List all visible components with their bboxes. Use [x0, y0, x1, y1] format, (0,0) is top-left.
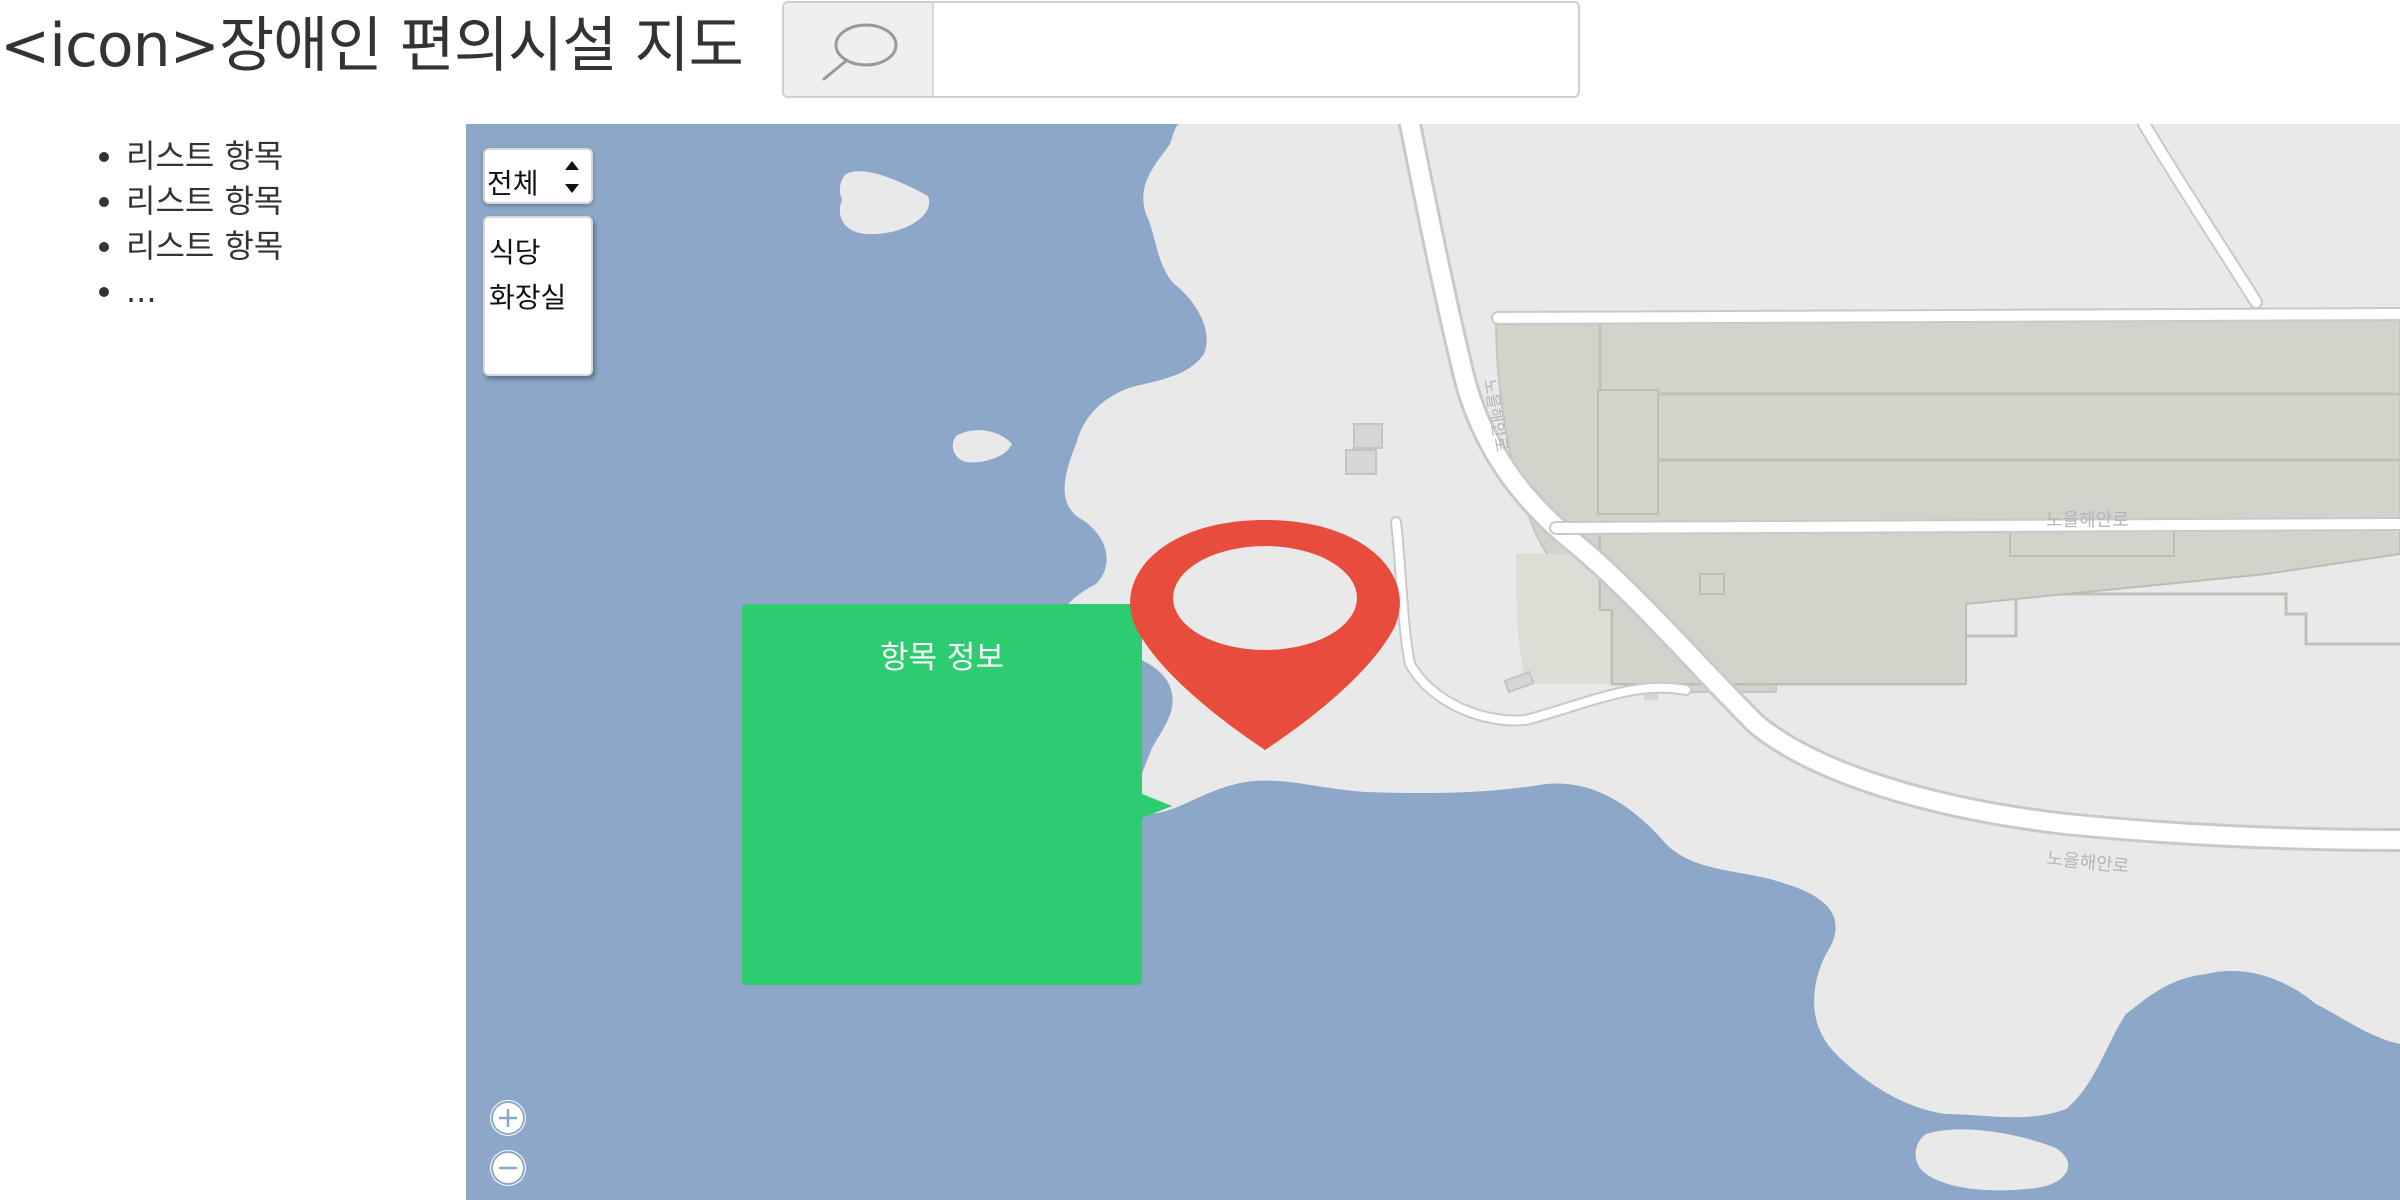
- list-item[interactable]: 리스트 항목: [126, 179, 283, 224]
- search-bar: [782, 1, 1580, 98]
- info-popup[interactable]: 항목 정보: [742, 604, 1142, 985]
- search-button[interactable]: [784, 3, 934, 96]
- category-option-restaurant[interactable]: 식당: [485, 230, 591, 275]
- map-building: [1345, 449, 1377, 475]
- zoom-out-button[interactable]: [490, 1150, 526, 1186]
- list-item-more: ...: [126, 269, 283, 314]
- map-building: [1699, 573, 1725, 595]
- search-input[interactable]: [936, 3, 1576, 96]
- map-island: [1915, 1129, 2069, 1191]
- select-arrows-icon: [565, 161, 579, 193]
- map-island: [952, 430, 1012, 463]
- road-label: 노을해안로: [2046, 510, 2129, 531]
- list-item[interactable]: 리스트 항목: [126, 224, 283, 269]
- popup-pointer: [1142, 794, 1172, 818]
- category-options: 식당 화장실: [483, 216, 593, 376]
- category-option-restroom[interactable]: 화장실: [485, 275, 591, 320]
- category-select[interactable]: 전체: [483, 148, 593, 204]
- map-building: [1597, 389, 1659, 515]
- search-icon: [822, 23, 898, 81]
- zoom-in-button[interactable]: [490, 1100, 526, 1136]
- category-select-value: 전체: [487, 167, 539, 200]
- map-marker-icon[interactable]: [1122, 518, 1408, 752]
- map-building: [1353, 423, 1383, 449]
- plus-icon: [491, 1101, 525, 1135]
- app-title: <icon>장애인 편의시설 지도: [0, 11, 744, 81]
- facility-list: 리스트 항목 리스트 항목 리스트 항목 ...: [88, 134, 283, 314]
- map-island: [839, 171, 930, 235]
- list-item[interactable]: 리스트 항목: [126, 134, 283, 179]
- minus-icon: [491, 1151, 525, 1185]
- map-view[interactable]: 노을해안로 노을해안로 노을해안로 전체 식당 화장실 항목 정보: [466, 124, 2400, 1200]
- popup-title: 항목 정보: [880, 640, 1004, 676]
- app-header: <icon>장애인 편의시설 지도: [0, 0, 2400, 110]
